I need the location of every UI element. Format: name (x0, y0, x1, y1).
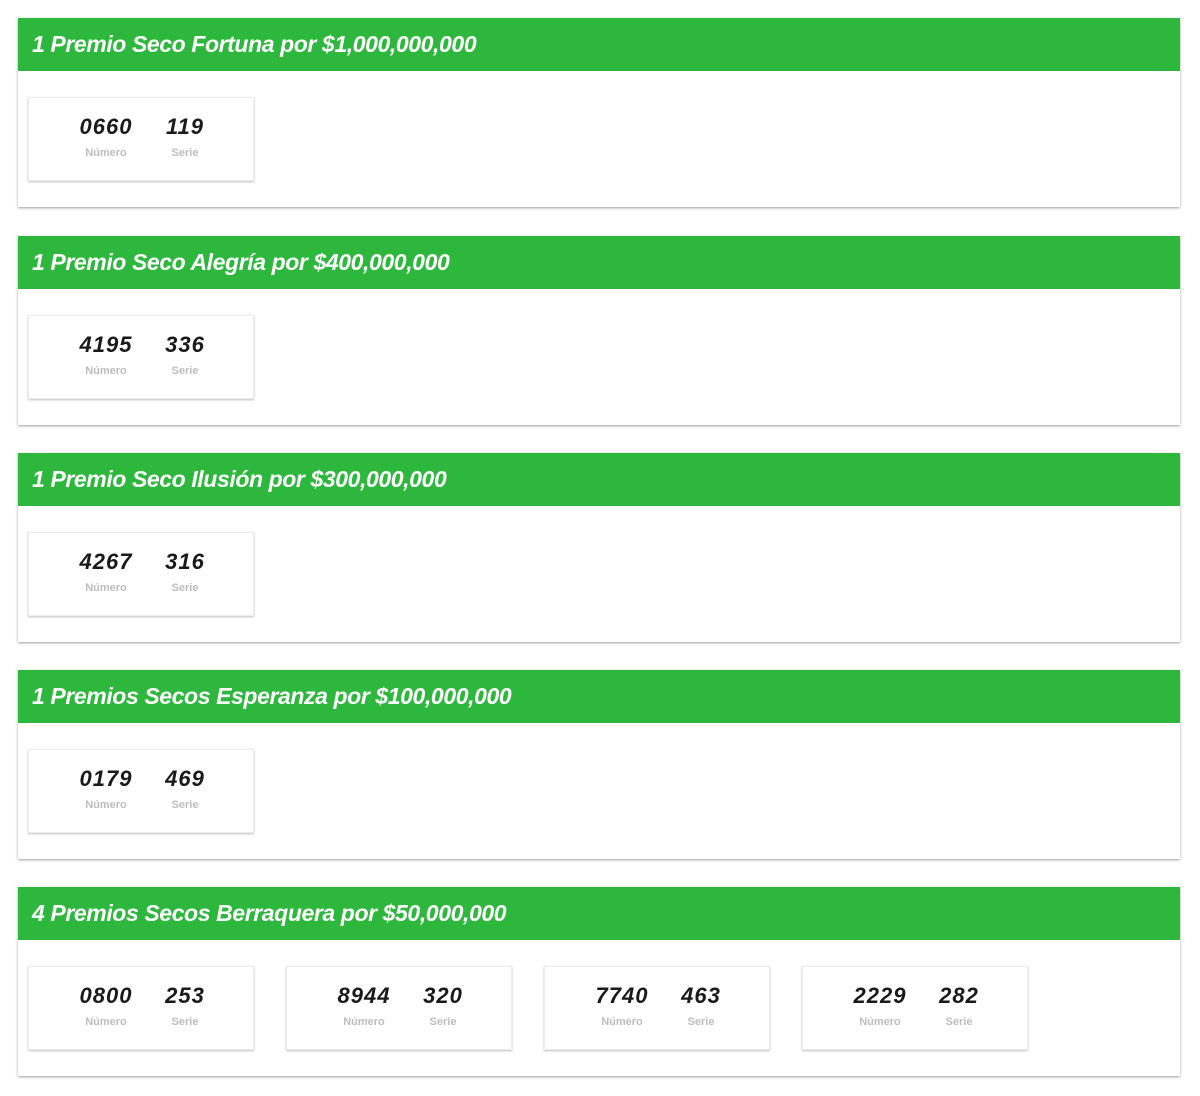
prize-header: 1 Premio Seco Fortuna por $1,000,000,000 (18, 18, 1180, 71)
ticket-series-block: 253 Serie (157, 967, 213, 1029)
prize-card-alegria: 1 Premio Seco Alegría por $400,000,000 4… (18, 236, 1180, 425)
ticket-series-block: 469 Serie (157, 750, 213, 812)
prize-tickets: 4267 Número 316 Serie (18, 506, 1180, 642)
ticket-card: 4195 Número 336 Serie (28, 315, 254, 399)
prize-title: 1 Premio Seco Fortuna por $1,000,000,000 (32, 31, 477, 57)
ticket-series-label: Serie (171, 365, 199, 377)
ticket-series: 463 (681, 983, 721, 1008)
prize-card-fortuna: 1 Premio Seco Fortuna por $1,000,000,000… (18, 18, 1180, 207)
ticket-number: 0179 (79, 766, 133, 791)
ticket-series-label: Serie (171, 147, 199, 159)
ticket-series-label: Serie (171, 799, 199, 811)
ticket-series: 253 (165, 983, 205, 1008)
prize-header: 1 Premio Seco Alegría por $400,000,000 (18, 236, 1180, 289)
ticket-card: 0660 Número 119 Serie (28, 97, 254, 181)
prize-header: 4 Premios Secos Berraquera por $50,000,0… (18, 887, 1180, 940)
prize-tickets: 0179 Número 469 Serie (18, 723, 1180, 859)
prize-header: 1 Premios Secos Esperanza por $100,000,0… (18, 670, 1180, 723)
ticket-number: 4195 (79, 332, 133, 357)
prize-title: 4 Premios Secos Berraquera por $50,000,0… (32, 900, 507, 926)
ticket-series-label: Serie (171, 1016, 199, 1028)
ticket-number-block: 8944 Número (329, 967, 399, 1029)
ticket-number-block: 0660 Número (71, 98, 141, 160)
ticket-number-label: Número (85, 365, 127, 377)
ticket-number-block: 4195 Número (71, 316, 141, 378)
ticket-series: 316 (165, 549, 205, 574)
ticket-series-label: Serie (171, 582, 199, 594)
ticket-card: 2229 Número 282 Serie (802, 966, 1028, 1050)
ticket-number-block: 4267 Número (71, 533, 141, 595)
ticket-series: 336 (165, 332, 205, 357)
ticket-series-label: Serie (945, 1016, 973, 1028)
ticket-number-label: Número (601, 1016, 643, 1028)
ticket-number: 4267 (79, 549, 133, 574)
prize-card-berraquera: 4 Premios Secos Berraquera por $50,000,0… (18, 887, 1180, 1076)
prize-tickets: 4195 Número 336 Serie (18, 289, 1180, 425)
ticket-number-label: Número (85, 799, 127, 811)
prize-title: 1 Premio Seco Alegría por $400,000,000 (32, 249, 450, 275)
ticket-series-block: 336 Serie (157, 316, 213, 378)
ticket-series-label: Serie (687, 1016, 715, 1028)
ticket-series-label: Serie (429, 1016, 457, 1028)
ticket-series: 320 (423, 983, 463, 1008)
ticket-number-label: Número (343, 1016, 385, 1028)
ticket-series-block: 282 Serie (931, 967, 987, 1029)
ticket-number-block: 0800 Número (71, 967, 141, 1029)
ticket-number: 0660 (79, 114, 133, 139)
ticket-number-block: 7740 Número (587, 967, 657, 1029)
prize-header: 1 Premio Seco Ilusión por $300,000,000 (18, 453, 1180, 506)
ticket-number-block: 0179 Número (71, 750, 141, 812)
prize-card-esperanza: 1 Premios Secos Esperanza por $100,000,0… (18, 670, 1180, 859)
ticket-number-label: Número (85, 582, 127, 594)
prize-results-page: 1 Premio Seco Fortuna por $1,000,000,000… (0, 0, 1200, 1096)
ticket-number-block: 2229 Número (845, 967, 915, 1029)
ticket-card: 0179 Número 469 Serie (28, 749, 254, 833)
ticket-number-label: Número (85, 1016, 127, 1028)
ticket-number: 0800 (79, 983, 133, 1008)
ticket-series: 469 (165, 766, 205, 791)
ticket-series-block: 316 Serie (157, 533, 213, 595)
ticket-card: 7740 Número 463 Serie (544, 966, 770, 1050)
ticket-card: 8944 Número 320 Serie (286, 966, 512, 1050)
ticket-number: 8944 (337, 983, 391, 1008)
ticket-card: 0800 Número 253 Serie (28, 966, 254, 1050)
ticket-number-label: Número (85, 147, 127, 159)
ticket-series: 282 (939, 983, 979, 1008)
ticket-number: 2229 (853, 983, 907, 1008)
ticket-number-label: Número (859, 1016, 901, 1028)
ticket-number: 7740 (595, 983, 649, 1008)
prize-card-ilusion: 1 Premio Seco Ilusión por $300,000,000 4… (18, 453, 1180, 642)
ticket-series-block: 119 Serie (157, 98, 213, 160)
prize-title: 1 Premio Seco Ilusión por $300,000,000 (32, 466, 447, 492)
ticket-series: 119 (165, 114, 205, 139)
ticket-card: 4267 Número 316 Serie (28, 532, 254, 616)
prize-tickets: 0800 Número 253 Serie 8944 Número 320 Se… (18, 940, 1180, 1076)
prize-title: 1 Premios Secos Esperanza por $100,000,0… (32, 683, 512, 709)
prize-tickets: 0660 Número 119 Serie (18, 71, 1180, 207)
ticket-series-block: 320 Serie (415, 967, 471, 1029)
ticket-series-block: 463 Serie (673, 967, 729, 1029)
